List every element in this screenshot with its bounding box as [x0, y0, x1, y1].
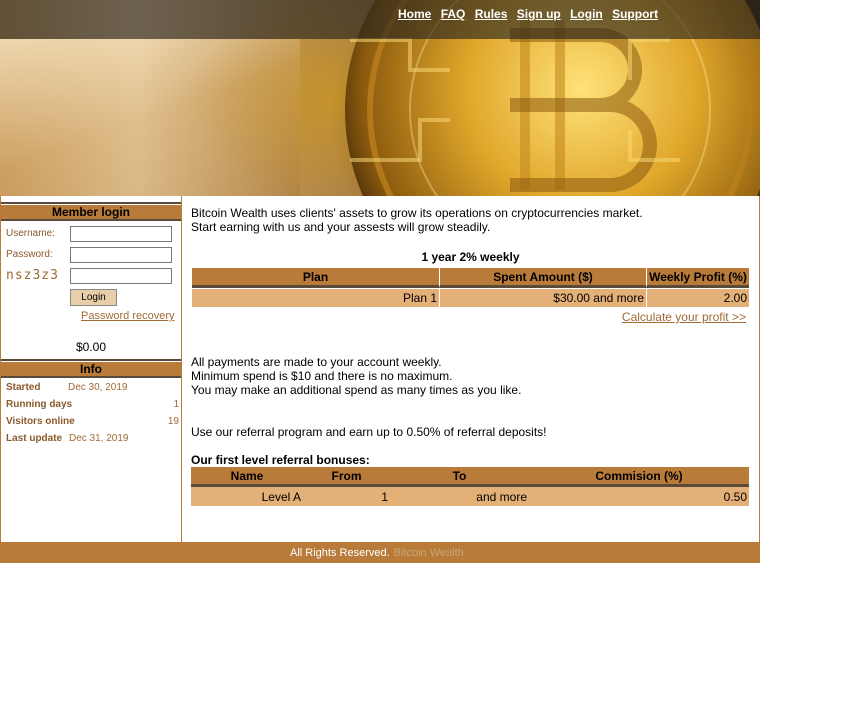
main-nav: Home FAQ Rules Sign up Login Support — [398, 7, 664, 21]
ref-to-cell: and more — [390, 487, 529, 506]
ref-from-cell: 1 — [303, 487, 390, 506]
plan-table-row: Plan 1 $30.00 and more 2.00 — [192, 288, 749, 307]
header-banner: Home FAQ Rules Sign up Login Support — [0, 0, 760, 196]
plan-table: Plan Spent Amount ($) Weekly Profit (%) … — [192, 268, 749, 307]
referral-table-header: Name From To Commision (%) — [191, 467, 749, 487]
ref-name-header: Name — [191, 467, 303, 487]
plan-profit-cell: 2.00 — [646, 288, 749, 307]
intro-text-1: Bitcoin Wealth uses clients' assets to g… — [191, 206, 643, 220]
referral-title: Our first level referral bonuses: — [191, 453, 370, 467]
captcha-image: nsz3z3 — [6, 268, 59, 283]
payments-text-1: All payments are made to your account we… — [191, 355, 442, 369]
info-title: Info — [1, 362, 181, 378]
info-label: Visitors online — [6, 416, 75, 427]
footer-site-name: Bitcoin Wealth — [393, 547, 464, 559]
banner-shine — [0, 39, 300, 196]
referral-table-row: Level A 1 and more 0.50 — [191, 487, 749, 506]
nav-faq-link[interactable]: FAQ — [441, 7, 466, 21]
ref-level-cell: Level A — [191, 487, 303, 506]
payments-text-2: Minimum spend is $10 and there is no max… — [191, 369, 453, 383]
username-input[interactable] — [70, 226, 172, 242]
info-label: Running days — [6, 399, 73, 410]
content-area: Member login Username: Password: nsz3z3 … — [0, 196, 760, 543]
page: Home FAQ Rules Sign up Login Support Mem… — [0, 0, 760, 563]
ref-to-header: To — [390, 467, 529, 487]
password-label: Password: — [6, 249, 53, 260]
referral-text: Use our referral program and earn up to … — [191, 425, 547, 439]
password-recovery-link[interactable]: Password recovery — [81, 310, 175, 322]
info-value: Dec 31, 2019 — [69, 433, 129, 444]
copyright-text: All Rights Reserved. — [290, 547, 390, 559]
spent-col-header: Spent Amount ($) — [439, 268, 646, 288]
info-label: Last update — [6, 433, 63, 444]
plan-amount-cell: $30.00 and more — [439, 288, 646, 307]
intro-text-2: Start earning with us and your assests w… — [191, 220, 491, 234]
nav-support-link[interactable]: Support — [612, 7, 658, 21]
nav-login-link[interactable]: Login — [570, 7, 603, 21]
footer: All Rights Reserved. Bitcoin Wealth — [0, 543, 760, 563]
nav-home-link[interactable]: Home — [398, 7, 431, 21]
payments-text-3: You may make an additional spend as many… — [191, 383, 522, 397]
login-button[interactable]: Login — [70, 289, 117, 306]
top-nav-bar: Home FAQ Rules Sign up Login Support — [0, 0, 760, 39]
referral-table: Name From To Commision (%) Level A 1 and… — [191, 467, 749, 506]
account-balance: $0.00 — [76, 340, 107, 354]
ref-from-header: From — [303, 467, 390, 487]
info-row-last-update: Last update Dec 31, 2019 — [6, 433, 179, 447]
info-label: Started — [6, 382, 41, 393]
nav-rules-link[interactable]: Rules — [475, 7, 508, 21]
info-value: 1 — [173, 399, 179, 410]
plan-table-header: Plan Spent Amount ($) Weekly Profit (%) — [192, 268, 749, 288]
username-label: Username: — [6, 228, 55, 239]
info-row-started: Started Dec 30, 2019 — [6, 382, 179, 396]
info-row-visitors-online: Visitors online 19 — [6, 416, 179, 430]
info-value: Dec 30, 2019 — [68, 382, 128, 393]
plan-col-header: Plan — [192, 268, 439, 288]
member-login-title: Member login — [1, 205, 181, 221]
info-top-rule — [1, 359, 181, 361]
profit-col-header: Weekly Profit (%) — [646, 268, 749, 288]
footer-text: All Rights Reserved. Bitcoin Wealth — [290, 543, 464, 563]
info-value: 19 — [167, 416, 179, 427]
info-row-running-days: Running days 1 — [6, 399, 179, 413]
calculate-profit-link[interactable]: Calculate your profit >> — [622, 310, 746, 324]
plan-title: 1 year 2% weekly — [421, 250, 520, 264]
password-input[interactable] — [70, 247, 172, 263]
sidebar: Member login Username: Password: nsz3z3 … — [0, 196, 182, 543]
sidebar-top-rule — [1, 202, 181, 204]
ref-commission-cell: 0.50 — [529, 487, 749, 506]
nav-signup-link[interactable]: Sign up — [517, 7, 561, 21]
plan-name-cell: Plan 1 — [192, 288, 439, 307]
main-content: Bitcoin Wealth uses clients' assets to g… — [181, 196, 760, 543]
captcha-input[interactable] — [70, 268, 172, 284]
ref-commission-header: Commision (%) — [529, 467, 749, 487]
